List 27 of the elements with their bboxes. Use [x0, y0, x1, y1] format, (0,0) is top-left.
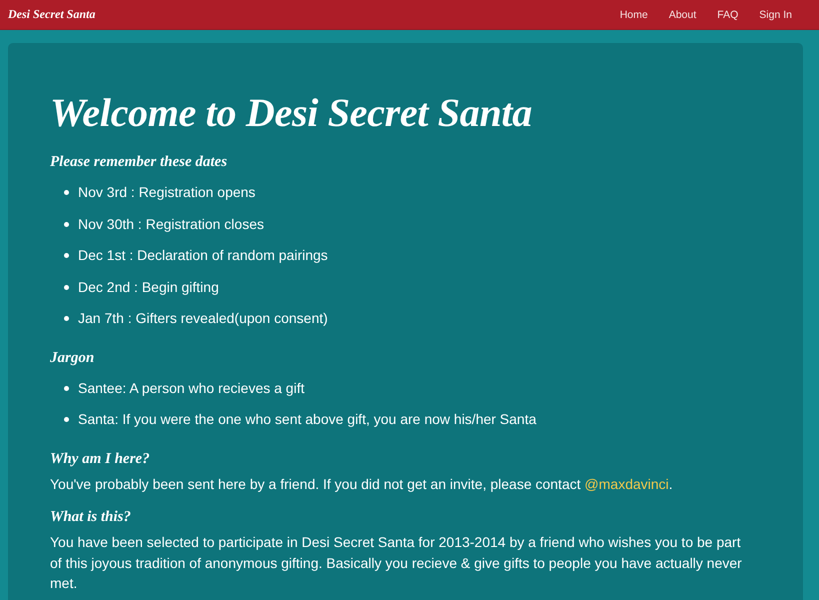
bullet-icon: [64, 386, 69, 391]
page-title: Welcome to Desi Secret Santa: [50, 89, 532, 137]
section-heading: Why am I here?: [50, 450, 150, 468]
bullet-icon: [64, 190, 69, 196]
paragraph: You've probably been sent here by a friend. If you did not get an invite, please contact @maxdavinci.: [50, 474, 674, 494]
bullet-icon: [64, 284, 69, 290]
nav-link[interactable]: About: [668, 8, 696, 20]
list-item-text: Santa: If you were the one who sent above gift, you are now his/her Santa: [78, 410, 536, 430]
nav-link[interactable]: Sign In: [759, 8, 792, 20]
contact-link[interactable]: @maxdavinci: [584, 476, 669, 492]
list-item-text: Santee: A person who recieves a gift: [78, 378, 304, 398]
section-heading: Please remember these dates: [50, 153, 228, 172]
list-item-text: Dec 1st : Declaration of random pairings: [78, 246, 328, 266]
bullet-icon: [64, 222, 69, 227]
nav-link[interactable]: FAQ: [717, 8, 738, 20]
bullet-icon: [64, 253, 69, 258]
list-item-text: Nov 3rd : Registration opens: [78, 183, 256, 202]
paragraph: You have been selected to participate in Desi Secret Santa for 2013-2014 by a friend who wishes you to be part of this joyous tradition of anonymous gifting. Basically you recieve & give gifts to people you have actually never met.: [50, 533, 743, 593]
list-item-text: Dec 2nd : Begin gifting: [78, 278, 219, 297]
bullet-icon: [64, 417, 69, 422]
list-item-text: Nov 30th : Registration closes: [78, 214, 264, 234]
section-heading: What is this?: [50, 508, 131, 527]
bullet-icon: [64, 316, 69, 322]
section-heading: Jargon: [50, 348, 94, 368]
brand-link[interactable]: Desi Secret Santa: [8, 7, 96, 22]
list-item-text: Jan 7th : Gifters revealed(upon consent): [78, 309, 328, 328]
nav-link[interactable]: Home: [620, 8, 648, 20]
